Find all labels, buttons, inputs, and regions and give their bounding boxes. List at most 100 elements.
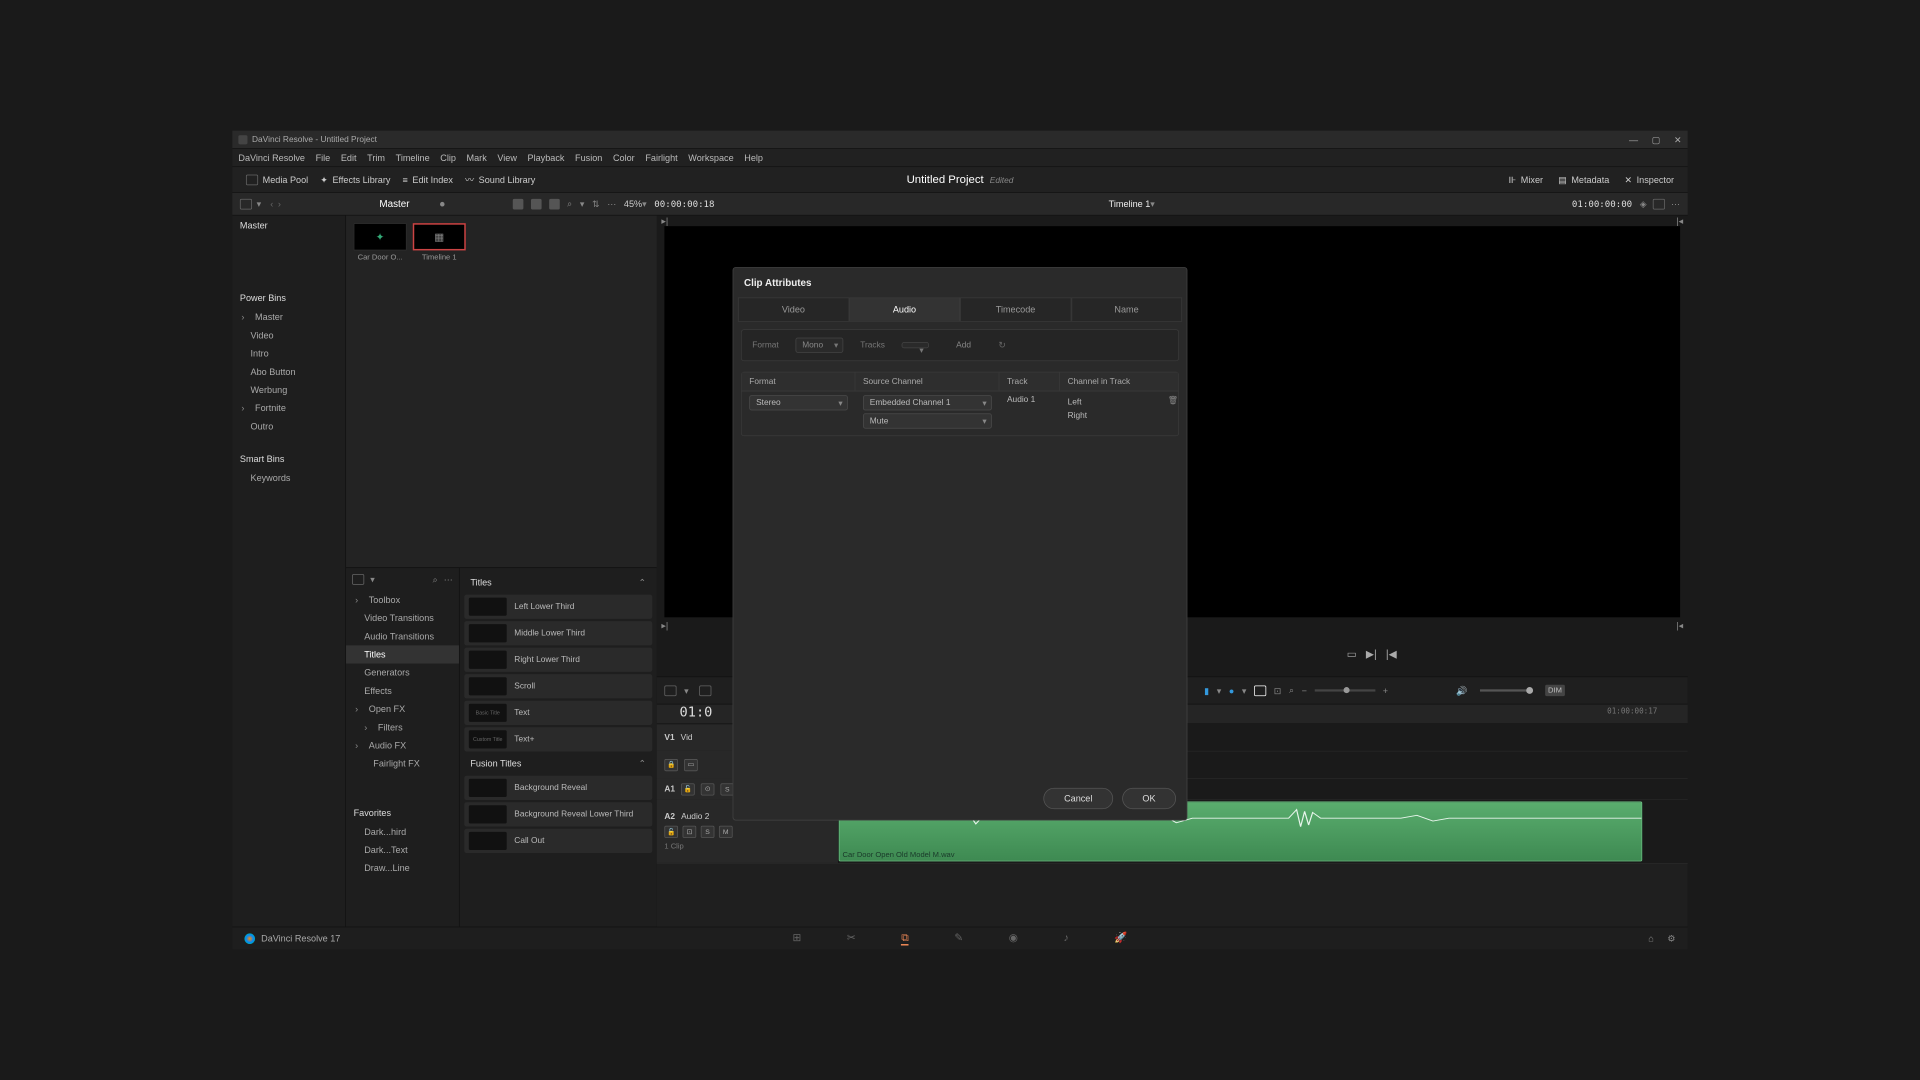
menu-workspace[interactable]: Workspace [688,152,733,163]
tab-cut[interactable]: ✂ [847,931,856,945]
chevron-icon[interactable]: ▾ [580,199,585,210]
fx-fairlight[interactable]: Fairlight FX [346,755,459,773]
more-right-icon[interactable]: ⋯ [1671,199,1680,210]
next-icon[interactable]: ▶| [1366,647,1377,660]
menu-color[interactable]: Color [613,152,635,163]
tab-color[interactable]: ◉ [1009,931,1018,945]
edit-index-button[interactable]: ≡Edit Index [396,171,458,188]
dual-view-icon[interactable] [1653,199,1665,210]
collapse-icon[interactable]: ⌃ [639,758,647,769]
source-select[interactable]: Embedded Channel 1 [863,395,992,410]
title-item[interactable]: Scroll [464,674,652,698]
menu-fusion[interactable]: Fusion [575,152,602,163]
tab-deliver[interactable]: 🚀 [1114,931,1127,945]
step-fwd-icon[interactable]: ▸| [661,216,668,227]
zoom-rect-icon[interactable] [1254,685,1266,696]
tracks-input[interactable] [902,342,929,348]
cancel-button[interactable]: Cancel [1044,788,1113,809]
visible-icon[interactable]: ▭ [684,759,698,771]
effects-library-button[interactable]: ✦Effects Library [314,171,396,188]
bin-master[interactable]: Master [232,308,345,326]
marker-blue-icon[interactable]: ● [1229,685,1234,696]
dim-button[interactable]: DIM [1545,685,1565,696]
volume-slider[interactable] [1480,689,1533,691]
step-fwd2-icon[interactable]: ▸| [661,620,668,631]
minus-icon[interactable]: − [1302,685,1307,696]
title-item[interactable]: Call Out [464,829,652,853]
title-item[interactable]: Middle Lower Third [464,621,652,645]
volume-icon[interactable]: 🔊 [1456,685,1467,696]
zoom-level[interactable]: 45% [624,199,642,210]
bin-intro[interactable]: Intro [232,344,345,362]
menu-view[interactable]: View [497,152,517,163]
mixer-button[interactable]: ⊪Mixer [1502,171,1549,188]
fx-audiofx[interactable]: Audio FX [346,736,459,754]
minimize-icon[interactable]: — [1629,134,1638,145]
chevron-down-icon[interactable]: ▾ [257,199,262,210]
menu-edit[interactable]: Edit [341,152,357,163]
mark-in-icon[interactable]: ▭ [1347,647,1357,660]
nav-back-icon[interactable]: ‹ [270,199,273,210]
ok-button[interactable]: OK [1122,788,1176,809]
solo-button[interactable]: S [701,826,715,838]
menu-mark[interactable]: Mark [467,152,487,163]
bin-werbung[interactable]: Werbung [232,381,345,399]
chevron-icon[interactable]: ▾ [370,574,375,585]
bin-abo[interactable]: Abo Button [232,363,345,381]
fx-panel-icon[interactable] [352,574,364,585]
record-icon[interactable]: ⊙ [701,783,715,795]
crop-icon[interactable] [664,685,676,696]
lock-icon[interactable]: 🔒 [664,759,678,771]
add-button[interactable]: Add [946,338,982,352]
tab-fairlight[interactable]: ♪ [1063,931,1068,945]
favorites-header[interactable]: Favorites [346,803,459,823]
master-header[interactable]: Master [232,216,345,236]
plus-icon[interactable]: + [1383,685,1388,696]
end-icon[interactable]: |◀ [1386,647,1397,660]
format-select[interactable]: Mono [795,338,843,353]
fav-item[interactable]: Dark...Text [346,841,459,859]
menu-trim[interactable]: Trim [367,152,385,163]
fav-item[interactable]: Draw...Line [346,859,459,877]
view-grid-icon[interactable] [513,199,524,210]
fav-item[interactable]: Dark...hird [346,823,459,841]
menu-timeline[interactable]: Timeline [396,152,430,163]
collapse-icon[interactable]: ⌃ [639,577,647,588]
tab-timecode[interactable]: Timecode [960,297,1071,320]
lock-icon[interactable]: 🔓 [664,826,678,838]
trash-icon[interactable]: 🗑 [1168,396,1179,405]
sound-library-button[interactable]: 〰Sound Library [459,170,541,189]
tab-audio[interactable]: Audio [849,297,960,320]
title-item[interactable]: Left Lower Third [464,595,652,619]
fx-effects[interactable]: Effects [346,682,459,700]
title-item[interactable]: Background Reveal [464,776,652,800]
step-end-icon[interactable]: |◂ [1676,216,1683,227]
view-list-icon[interactable] [549,199,560,210]
tab-media[interactable]: ⊞ [793,931,802,945]
tab-fusion[interactable]: ✎ [954,931,963,945]
view-thumb-icon[interactable] [531,199,542,210]
smart-bins-header[interactable]: Smart Bins [232,449,345,469]
fx-video-trans[interactable]: Video Transitions [346,609,459,627]
tab-video[interactable]: Video [738,297,849,320]
source-select-2[interactable]: Mute [863,413,992,428]
tab-name[interactable]: Name [1071,297,1182,320]
bin-keywords[interactable]: Keywords [232,469,345,487]
tab-edit[interactable]: ⧉ [901,931,909,945]
menu-davinci[interactable]: DaVinci Resolve [238,152,305,163]
fx-titles[interactable]: Titles [346,645,459,663]
menu-playback[interactable]: Playback [528,152,565,163]
power-bins-header[interactable]: Power Bins [232,288,345,308]
sort-icon[interactable]: ⇅ [592,199,600,210]
zoom-out-icon[interactable]: ⌕ [1289,685,1294,696]
title-item[interactable]: Background Reveal Lower Third [464,802,652,826]
maximize-icon[interactable]: ▢ [1652,134,1661,145]
curve-icon[interactable]: ⊡ [683,826,697,838]
home-icon[interactable]: ⌂ [1648,933,1653,944]
timeline-name[interactable]: Timeline 1 [1109,199,1151,210]
mute-button[interactable]: M [719,826,733,838]
bin-icon[interactable] [240,199,252,210]
nav-fwd-icon[interactable]: › [278,199,281,210]
flag-blue-icon[interactable]: ▮ [1204,685,1209,696]
menu-help[interactable]: Help [744,152,763,163]
